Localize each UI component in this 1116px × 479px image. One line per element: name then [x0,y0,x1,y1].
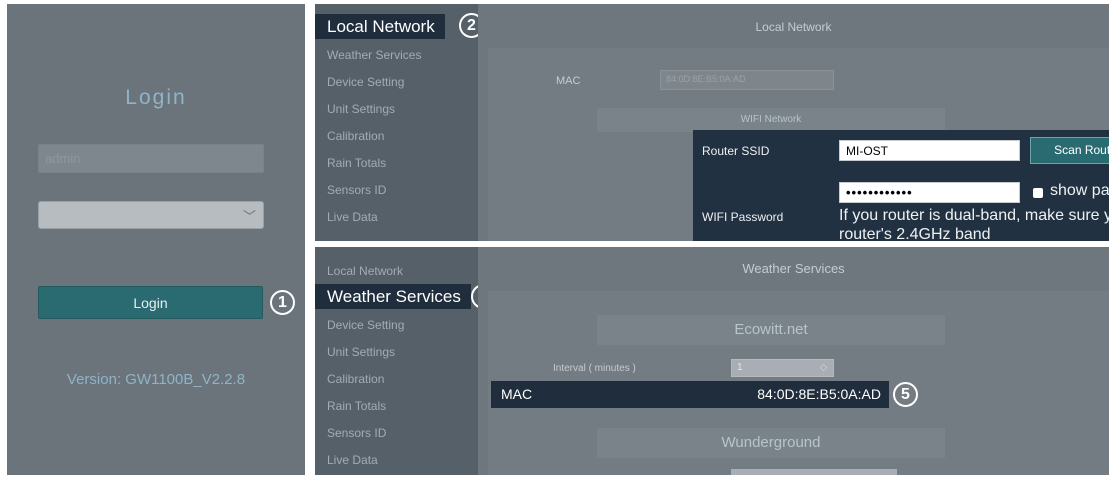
sidebar-item-calibration[interactable]: Calibration [327,372,384,386]
router-ssid-label: Router SSID [702,144,770,158]
sidebar-item-unit-settings[interactable]: Unit Settings [327,345,395,359]
login-button[interactable]: Login [38,286,263,319]
sidebar-item-rain-totals[interactable]: Rain Totals [327,156,386,170]
login-title: Login [125,86,187,109]
mac-label: MAC [501,386,533,402]
scan-router-button[interactable]: Scan Router [1030,137,1109,164]
login-select[interactable]: ﹀ [38,201,264,229]
sidebar-item-device-setting[interactable]: Device Setting [327,75,404,89]
wifi-password-label: WIFI Password [702,210,784,224]
sidebar-item-device-setting[interactable]: Device Setting [327,318,404,332]
sidebar-item-sensors-id[interactable]: Sensors ID [327,183,386,197]
wunderground-header: Wunderground [597,428,945,458]
login-panel: Login ﹀ Login 1 Version: GW1100B_V2.2.8 [7,4,305,475]
mac-field: 84:0D:8E:B5:0A:AD [660,70,834,90]
main-content: Weather Services Ecowitt.net Interval ( … [478,247,1109,475]
show-password-label: show password [1050,182,1109,199]
sidebar-item-unit-settings[interactable]: Unit Settings [327,102,395,116]
sidebar: Local Network Weather Services Device Se… [315,247,478,475]
sidebar: Local Network Weather Services Device Se… [315,4,478,241]
sidebar-item-weather-services[interactable]: Weather Services [315,284,471,309]
sidebar-item-local-network[interactable]: Local Network [327,264,403,278]
show-password-checkbox[interactable] [1033,188,1043,198]
mac-highlight: MAC 84:0D:8E:B5:0A:AD [491,381,889,408]
version-text: Version: GW1100B_V2.2.8 [66,371,246,388]
wunderground-field[interactable] [731,469,897,475]
mac-label: MAC [556,75,581,87]
mac-value: 84:0D:8E:B5:0A:AD [757,386,881,402]
dual-band-hint: If you router is dual-band, make sure yo… [839,207,1109,241]
ecowitt-header: Ecowitt.net [597,315,945,345]
page-title: Weather Services [742,261,845,276]
sidebar-item-weather-services[interactable]: Weather Services [327,48,421,62]
interval-label: Interval ( minutes ) [553,363,636,374]
page-title: Local Network [755,20,832,34]
chevron-down-icon: ﹀ [242,209,256,224]
username-input[interactable] [38,144,264,173]
interval-select[interactable]: 1 ◇ [731,359,834,377]
sidebar-item-sensors-id[interactable]: Sensors ID [327,426,386,440]
step-5-marker: 5 [893,382,918,407]
weather-services-panel: Local Network Weather Services Device Se… [315,247,1109,475]
interval-value: 1 [737,362,743,373]
sidebar-item-live-data[interactable]: Live Data [327,453,378,467]
sidebar-item-calibration[interactable]: Calibration [327,129,384,143]
wifi-settings-highlight: Router SSID MI-OST Scan Router 3 •••••••… [693,130,1109,241]
select-arrows-icon: ◇ [820,362,827,372]
sidebar-item-rain-totals[interactable]: Rain Totals [327,399,386,413]
router-ssid-input[interactable]: MI-OST [839,140,1020,161]
step-1-marker: 1 [270,290,295,315]
wifi-password-input[interactable]: •••••••••••• [839,182,1020,203]
wifi-network-header: WIFI Network [597,108,945,132]
main-content: Local Network MAC 84:0D:8E:B5:0A:AD WIFI… [478,4,1109,241]
sidebar-item-live-data[interactable]: Live Data [327,210,378,224]
local-network-panel: Local Network Weather Services Device Se… [315,4,1109,241]
sidebar-item-local-network[interactable]: Local Network [315,14,445,39]
